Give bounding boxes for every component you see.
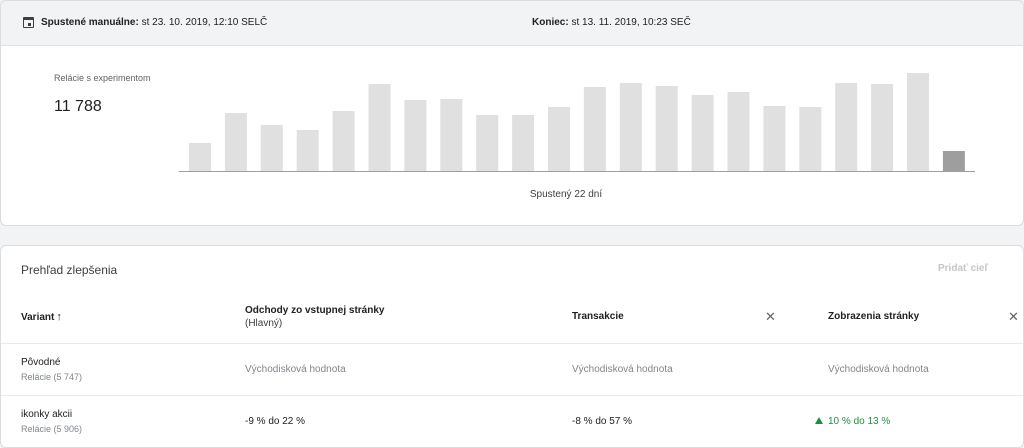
remove-transactions-close-icon[interactable]: ✕ <box>765 310 776 323</box>
add-goal-button[interactable]: Pridať cieľ <box>938 263 988 274</box>
chart-bar[interactable] <box>835 83 858 171</box>
variant-header-label: Variant <box>21 312 55 323</box>
chart-bar[interactable] <box>727 92 750 171</box>
bounce-value-original: Východisková hodnota <box>245 364 346 375</box>
chart-bar[interactable] <box>260 125 283 171</box>
chart-bar[interactable] <box>332 111 355 171</box>
chart-bar[interactable] <box>368 84 391 171</box>
overview-title: Prehľad zlepšenia <box>21 263 118 277</box>
start-info: Spustené manuálne: st 23. 10. 2019, 12:1… <box>41 17 267 28</box>
variant-name-icons[interactable]: ikonky akcii <box>21 409 72 420</box>
calendar-icon <box>23 17 34 28</box>
remove-pageviews-close-icon[interactable]: ✕ <box>1008 310 1019 323</box>
column-header-variant[interactable]: Variant ↑ <box>21 311 62 323</box>
chart-bar[interactable] <box>799 107 822 171</box>
chart-bar[interactable] <box>548 107 570 171</box>
row-divider <box>1 395 1023 396</box>
chart-bar[interactable] <box>476 115 499 171</box>
bounce-header-sub: (Hlavný) <box>245 318 283 329</box>
header-divider <box>1 343 1023 344</box>
chart-bar[interactable] <box>512 115 535 171</box>
end-value: st 13. 11. 2019, 10:23 SEČ <box>571 17 691 28</box>
bounce-value-icons: -9 % do 22 % <box>245 416 306 427</box>
variant-name-original[interactable]: Pôvodné <box>21 357 60 368</box>
variant-sessions-icons: Relácie (5 906) <box>21 424 83 434</box>
pageviews-value-icons-cell: 10 % do 13 % <box>815 416 890 427</box>
start-value: st 23. 10. 2019, 12:10 SELČ <box>141 17 268 28</box>
column-header-transactions: Transakcie <box>572 311 624 322</box>
experiment-info-bar: Spustené manuálne: st 23. 10. 2019, 12:1… <box>1 1 1023 46</box>
transactions-value-icons: -8 % do 57 % <box>572 416 633 427</box>
pageviews-value-icons: 10 % do 13 % <box>828 416 891 427</box>
column-header-bounce: Odchody zo vstupnej stránky (Hlavný) <box>245 305 384 329</box>
chart-bar[interactable] <box>942 151 965 171</box>
chart-bar[interactable] <box>296 130 319 171</box>
variant-sessions-original: Relácie (5 747) <box>21 372 83 382</box>
chart-bar[interactable] <box>224 113 247 171</box>
chart-bar[interactable] <box>691 95 714 171</box>
daily-sessions-bar-chart <box>179 73 975 172</box>
transactions-value-original: Východisková hodnota <box>572 364 673 375</box>
chart-bar[interactable] <box>189 143 211 171</box>
start-label: Spustené manuálne: <box>41 17 139 28</box>
end-label: Koniec: <box>532 17 569 28</box>
chart-bar[interactable] <box>404 100 427 171</box>
chart-bar[interactable] <box>871 84 894 171</box>
chart-bar[interactable] <box>619 83 642 171</box>
chart-bar[interactable] <box>583 87 606 171</box>
chart-bar[interactable] <box>655 86 678 171</box>
chart-bar[interactable] <box>763 106 786 171</box>
bounce-header-title: Odchody zo vstupnej stránky <box>245 305 385 316</box>
experiment-summary-card: Spustené manuálne: st 23. 10. 2019, 12:1… <box>0 0 1024 226</box>
chart-bar[interactable] <box>907 73 929 171</box>
arrow-up-icon: ↑ <box>56 311 62 323</box>
trend-up-icon <box>815 417 823 424</box>
chart-caption: Spustený 22 dní <box>529 189 603 200</box>
end-info: Koniec: st 13. 11. 2019, 10:23 SEČ <box>532 17 691 28</box>
column-header-pageviews: Zobrazenia stránky <box>828 311 920 322</box>
chart-bar[interactable] <box>440 99 463 171</box>
improvement-overview-card: Prehľad zlepšenia Pridať cieľ Variant ↑ O… <box>0 245 1024 448</box>
pageviews-value-original: Východisková hodnota <box>828 364 929 375</box>
